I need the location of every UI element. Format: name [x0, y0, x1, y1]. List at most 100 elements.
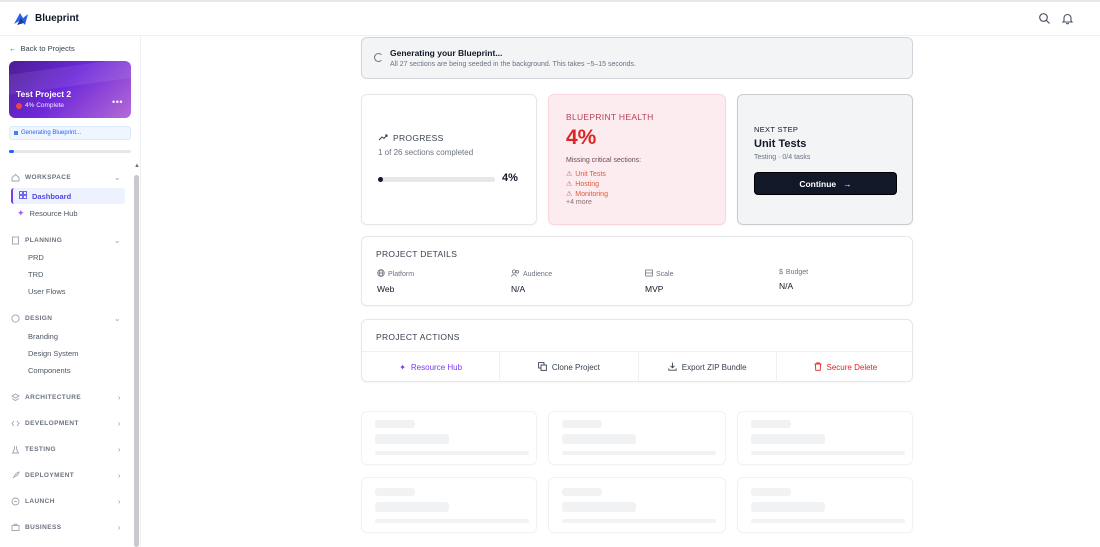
skeleton-line	[562, 488, 602, 496]
nav-section-workspace[interactable]: WORKSPACE ⌄	[11, 173, 121, 182]
skeleton-line	[562, 434, 636, 444]
trending-up-icon	[378, 133, 388, 143]
download-icon	[668, 362, 677, 373]
skeleton-line	[562, 420, 602, 428]
chevron-right-icon: ›	[117, 419, 121, 428]
clone-project-button[interactable]: Clone Project	[500, 352, 639, 382]
skeleton-line	[751, 420, 791, 428]
progress-card: PROGRESS 1 of 26 sections completed 4%	[361, 94, 537, 225]
project-card[interactable]: Test Project 2 4% Complete •••	[9, 61, 131, 118]
detail-audience: Audience N/A	[511, 269, 552, 294]
sidebar-item-prd[interactable]: PRD	[28, 253, 44, 262]
warning-icon: ⚠	[566, 171, 573, 178]
nav-section-launch[interactable]: LAUNCH ›	[11, 497, 121, 506]
code-icon	[11, 419, 20, 428]
nav-section-label: WORKSPACE	[25, 174, 72, 181]
more-options-icon[interactable]: •••	[112, 97, 123, 107]
skeleton-card	[361, 411, 537, 465]
nav-section-label: TESTING	[25, 446, 56, 453]
export-zip-button[interactable]: Export ZIP Bundle	[639, 352, 777, 382]
chevron-right-icon: ›	[117, 393, 121, 402]
resource-hub-button[interactable]: ✦ Resource Hub	[362, 352, 501, 382]
continue-button-label: Continue	[799, 178, 837, 189]
health-label: BLUEPRINT HEALTH	[566, 112, 654, 122]
bell-icon[interactable]	[1061, 12, 1074, 25]
sidebar-item-trd[interactable]: TRD	[28, 270, 43, 279]
nav-section-deployment[interactable]: DEPLOYMENT ›	[11, 471, 121, 480]
skeleton-line	[751, 519, 905, 523]
project-name: Test Project 2	[16, 89, 72, 99]
sidebar-progress-bar	[9, 150, 131, 153]
skeleton-line	[375, 420, 415, 428]
blueprint-logo-icon[interactable]	[12, 10, 30, 28]
skeleton-card	[737, 411, 913, 465]
nav-section-testing[interactable]: TESTING ›	[11, 445, 121, 454]
nav-section-design[interactable]: DESIGN ⌄	[11, 314, 121, 323]
secure-delete-button[interactable]: Secure Delete	[777, 352, 914, 382]
progress-label: PROGRESS	[378, 133, 444, 143]
arrow-left-icon: ←	[9, 44, 17, 53]
banner-title: Generating your Blueprint...	[390, 48, 503, 58]
nav-section-business[interactable]: BUSINESS ›	[11, 523, 121, 532]
detail-value: MVP	[645, 284, 664, 294]
missing-section-text: Unit Tests	[575, 170, 606, 178]
skeleton-line	[751, 434, 825, 444]
launch-icon	[11, 497, 20, 506]
missing-section-item[interactable]: ⚠ Monitoring	[566, 190, 608, 199]
skeleton-line	[375, 502, 449, 512]
action-label: Export ZIP Bundle	[681, 362, 747, 372]
generating-indicator-icon	[14, 131, 18, 135]
next-step-card: NEXT STEP Unit Tests Testing · 0/4 tasks…	[737, 94, 913, 225]
progress-bar-fill	[378, 177, 383, 182]
actions-row: ✦ Resource Hub Clone Project Export ZIP …	[362, 351, 914, 382]
banner-subtitle: All 27 sections are being seeded in the …	[390, 61, 637, 68]
nav-section-label: LAUNCH	[25, 498, 55, 505]
sidebar: ← Back to Projects Test Project 2 4% Com…	[0, 36, 141, 547]
search-icon[interactable]	[1038, 12, 1051, 25]
warning-icon: ⚠	[566, 191, 573, 198]
progress-bar	[378, 177, 495, 182]
generating-banner: Generating your Blueprint... All 27 sect…	[361, 37, 913, 79]
blueprint-health-card: BLUEPRINT HEALTH 4% Missing critical sec…	[548, 94, 726, 225]
loading-spinner-icon	[374, 53, 383, 62]
scroll-up-icon[interactable]: ▲	[134, 163, 140, 169]
missing-section-item[interactable]: ⚠ Unit Tests	[566, 170, 606, 179]
nav-section-architecture[interactable]: ARCHITECTURE ›	[11, 393, 121, 402]
sidebar-item-design-system[interactable]: Design System	[28, 349, 78, 358]
document-icon	[11, 236, 20, 245]
more-missing-link[interactable]: +4 more	[566, 199, 592, 206]
detail-platform: Platform Web	[377, 269, 414, 294]
sidebar-item-branding[interactable]: Branding	[28, 332, 58, 341]
chevron-down-icon: ⌄	[113, 236, 121, 245]
sparkles-icon: ✦	[17, 208, 25, 218]
project-details-label: PROJECT DETAILS	[376, 249, 458, 259]
top-bar: Blueprint	[0, 0, 1100, 36]
skeleton-line	[562, 451, 716, 455]
sidebar-item-dashboard[interactable]: Dashboard	[11, 188, 125, 204]
sidebar-item-resource-hub[interactable]: ✦ Resource Hub	[17, 208, 78, 219]
skeleton-line	[562, 502, 636, 512]
generating-status-badge: Generating Blueprint...	[9, 126, 131, 140]
nav-section-planning[interactable]: PLANNING ⌄	[11, 236, 121, 245]
skeleton-card	[737, 477, 913, 533]
back-to-projects-link[interactable]: ← Back to Projects	[9, 44, 75, 53]
sidebar-scrollbar[interactable]: ▲	[134, 163, 140, 547]
arrow-right-icon: →	[843, 178, 852, 189]
continue-button[interactable]: Continue →	[755, 173, 896, 194]
scrollbar-thumb[interactable]	[134, 175, 139, 547]
globe-icon	[377, 269, 385, 279]
action-label: Clone Project	[551, 362, 600, 372]
rocket-icon	[11, 471, 20, 480]
progress-subtitle: 1 of 26 sections completed	[378, 148, 474, 157]
sidebar-item-user-flows[interactable]: User Flows	[28, 287, 66, 296]
missing-section-item[interactable]: ⚠ Hosting	[566, 180, 599, 189]
sidebar-progress-fill	[9, 150, 14, 153]
nav-section-label: BUSINESS	[25, 524, 62, 531]
sidebar-item-label: Resource Hub	[29, 209, 78, 218]
nav-section-development[interactable]: DEVELOPMENT ›	[11, 419, 121, 428]
sidebar-item-label: Dashboard	[32, 191, 72, 201]
chevron-right-icon: ›	[117, 471, 121, 480]
chevron-right-icon: ›	[117, 523, 121, 532]
missing-sections-label: Missing critical sections:	[566, 157, 642, 164]
sidebar-item-components[interactable]: Components	[28, 366, 71, 375]
